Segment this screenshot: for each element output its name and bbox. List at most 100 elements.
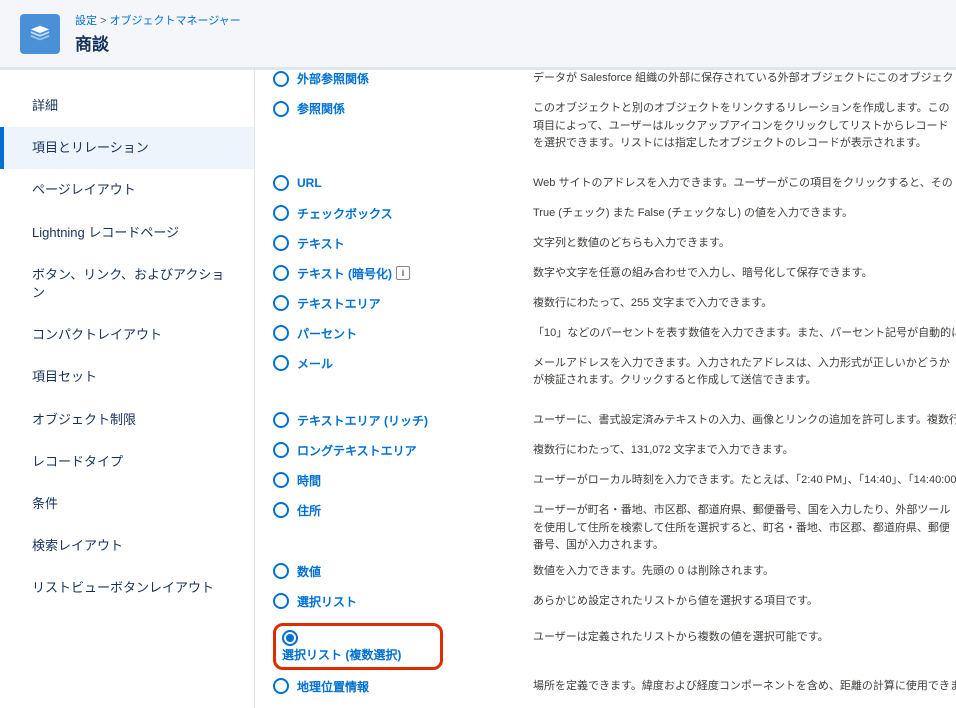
sidebar-item-fields-relations[interactable]: 項目とリレーション — [0, 127, 254, 169]
desc-picklist: あらかじめ設定されたリストから値を選択する項目です。 — [533, 593, 818, 611]
radio-cell[interactable]: 参照関係 — [273, 100, 533, 117]
radio-richtextarea[interactable] — [273, 412, 289, 428]
sidebar-item-compact-layouts[interactable]: コンパクトレイアウト — [0, 314, 254, 356]
desc-lookup: このオブジェクトと別のオブジェクトをリンクするリレーションを作成します。この項目… — [533, 100, 956, 153]
desc-percent: 「10」などのパーセントを表す数値を入力できます。また、パーセント記号が自動的に… — [533, 325, 956, 343]
radio-cell[interactable]: テキスト (暗号化) i — [273, 265, 533, 282]
desc-text: 文字列と数値のどちらも入力できます。 — [533, 235, 730, 253]
label-number[interactable]: 数値 — [297, 563, 321, 580]
label-external-lookup[interactable]: 外部参照関係 — [297, 70, 369, 87]
sidebar-item-lightning-pages[interactable]: Lightning レコードページ — [0, 212, 254, 254]
radio-lookup[interactable] — [273, 101, 289, 117]
field-row-address: 住所 ユーザーが町名・番地、市区郡、都道府県、郵便番号、国を入力したり、外部ツー… — [273, 502, 956, 555]
radio-cell[interactable]: 選択リスト (複数選択) — [273, 623, 533, 670]
label-percent[interactable]: パーセント — [297, 325, 357, 342]
field-row-checkbox: チェックボックス True (チェック) また False (チェックなし) の… — [273, 205, 956, 227]
radio-cell[interactable]: 外部参照関係 — [273, 70, 533, 87]
radio-cell[interactable]: 数値 — [273, 563, 533, 580]
sidebar-item-listview-button-layout[interactable]: リストビューボタンレイアウト — [0, 567, 254, 609]
radio-email[interactable] — [273, 355, 289, 371]
radio-multipicklist[interactable] — [282, 630, 298, 646]
radio-cell[interactable]: 選択リスト — [273, 593, 533, 610]
setup-icon — [20, 14, 60, 54]
header-text: 設定 > オブジェクトマネージャー 商談 — [75, 12, 936, 55]
radio-cell[interactable]: メール — [273, 355, 533, 372]
label-address[interactable]: 住所 — [297, 502, 321, 519]
desc-email: メールアドレスを入力できます。入力されたアドレスは、入力形式が正しいかどうかが検… — [533, 355, 956, 390]
sidebar-item-page-layouts[interactable]: ページレイアウト — [0, 169, 254, 211]
field-row-picklist: 選択リスト あらかじめ設定されたリストから値を選択する項目です。 — [273, 593, 956, 615]
field-row-richtextarea: テキストエリア (リッチ) ユーザーに、書式設定済みテキストの入力、画像とリンク… — [273, 412, 956, 434]
radio-percent[interactable] — [273, 325, 289, 341]
breadcrumb: 設定 > オブジェクトマネージャー — [75, 12, 936, 28]
desc-textarea: 複数行にわたって、255 文字まで入力できます。 — [533, 295, 772, 313]
sidebar: 詳細 項目とリレーション ページレイアウト Lightning レコードページ … — [0, 70, 255, 708]
field-row-longtextarea: ロングテキストエリア 複数行にわたって、131,072 文字まで入力できます。 — [273, 442, 956, 464]
sidebar-item-field-sets[interactable]: 項目セット — [0, 356, 254, 398]
radio-longtextarea[interactable] — [273, 442, 289, 458]
label-multipicklist[interactable]: 選択リスト (複数選択) — [282, 648, 401, 662]
radio-cell[interactable]: 時間 — [273, 472, 533, 489]
radio-number[interactable] — [273, 563, 289, 579]
radio-cell[interactable]: 住所 — [273, 502, 533, 519]
label-text-encrypted[interactable]: テキスト (暗号化) — [297, 265, 392, 282]
radio-text-encrypted[interactable] — [273, 265, 289, 281]
desc-external-lookup: データが Salesforce 組織の外部に保存されている外部オブジェクトにこの… — [533, 70, 956, 88]
sidebar-item-search-layouts[interactable]: 検索レイアウト — [0, 525, 254, 567]
radio-cell[interactable]: 地理位置情報 — [273, 678, 533, 695]
radio-geolocation[interactable] — [273, 678, 289, 694]
label-email[interactable]: メール — [297, 355, 333, 372]
field-row-text-encrypted: テキスト (暗号化) i 数字や文字を任意の組み合わせで入力し、暗号化して保存で… — [273, 265, 956, 287]
radio-textarea[interactable] — [273, 295, 289, 311]
label-lookup[interactable]: 参照関係 — [297, 100, 345, 117]
label-picklist[interactable]: 選択リスト — [297, 593, 357, 610]
label-url[interactable]: URL — [297, 176, 322, 190]
breadcrumb-setup[interactable]: 設定 — [75, 15, 97, 27]
field-row-url: URL Web サイトのアドレスを入力できます。ユーザーがこの項目をクリックする… — [273, 175, 956, 197]
desc-longtextarea: 複数行にわたって、131,072 文字まで入力できます。 — [533, 442, 794, 460]
info-icon[interactable]: i — [396, 266, 410, 280]
sidebar-item-details[interactable]: 詳細 — [0, 85, 254, 127]
desc-address: ユーザーが町名・番地、市区郡、都道府県、郵便番号、国を入力したり、外部ツールを使… — [533, 502, 956, 555]
label-textarea[interactable]: テキストエリア — [297, 295, 381, 312]
sidebar-item-buttons-links-actions[interactable]: ボタン、リンク、およびアクション — [0, 254, 254, 314]
sidebar-item-object-limits[interactable]: オブジェクト制限 — [0, 399, 254, 441]
radio-cell[interactable]: テキスト — [273, 235, 533, 252]
desc-url: Web サイトのアドレスを入力できます。ユーザーがこの項目をクリックすると、その… — [533, 175, 956, 193]
label-checkbox[interactable]: チェックボックス — [297, 205, 393, 222]
radio-text[interactable] — [273, 235, 289, 251]
desc-checkbox: True (チェック) また False (チェックなし) の値を入力できます。 — [533, 205, 853, 223]
field-row-textarea: テキストエリア 複数行にわたって、255 文字まで入力できます。 — [273, 295, 956, 317]
radio-picklist[interactable] — [273, 593, 289, 609]
radio-cell[interactable]: チェックボックス — [273, 205, 533, 222]
highlight-multipicklist: 選択リスト (複数選択) — [273, 623, 443, 670]
radio-checkbox[interactable] — [273, 205, 289, 221]
radio-cell[interactable]: パーセント — [273, 325, 533, 342]
label-richtextarea[interactable]: テキストエリア (リッチ) — [297, 412, 428, 429]
page-header: 設定 > オブジェクトマネージャー 商談 — [0, 0, 956, 70]
radio-cell[interactable]: テキストエリア — [273, 295, 533, 312]
radio-cell[interactable]: テキストエリア (リッチ) — [273, 412, 533, 429]
label-time[interactable]: 時間 — [297, 472, 321, 489]
desc-number: 数値を入力できます。先頭の 0 は削除されます。 — [533, 563, 774, 581]
field-row-text: テキスト 文字列と数値のどちらも入力できます。 — [273, 235, 956, 257]
label-longtextarea[interactable]: ロングテキストエリア — [297, 442, 417, 459]
field-row-geolocation: 地理位置情報 場所を定義できます。緯度および経度コンポーネントを含め、距離の計算… — [273, 678, 956, 700]
breadcrumb-object-manager[interactable]: オブジェクトマネージャー — [110, 15, 241, 27]
sidebar-item-conditions[interactable]: 条件 — [0, 483, 254, 525]
radio-external-lookup[interactable] — [273, 71, 289, 87]
sidebar-item-record-types[interactable]: レコードタイプ — [0, 441, 254, 483]
desc-geolocation: 場所を定義できます。緯度および経度コンポーネントを含め、距離の計算に使用できます… — [533, 678, 956, 696]
label-geolocation[interactable]: 地理位置情報 — [297, 678, 369, 695]
radio-cell[interactable]: ロングテキストエリア — [273, 442, 533, 459]
desc-time: ユーザーがローカル時刻を入力できます。たとえば、「2:40 PM」、「14:40… — [533, 472, 956, 490]
field-row-number: 数値 数値を入力できます。先頭の 0 は削除されます。 — [273, 563, 956, 585]
radio-address[interactable] — [273, 502, 289, 518]
radio-time[interactable] — [273, 472, 289, 488]
breadcrumb-separator: > — [100, 15, 106, 27]
radio-cell[interactable]: URL — [273, 175, 533, 191]
desc-text-encrypted: 数字や文字を任意の組み合わせで入力し、暗号化して保存できます。 — [533, 265, 873, 283]
main-panel: 外部参照関係 データが Salesforce 組織の外部に保存されている外部オブ… — [255, 70, 956, 708]
label-text[interactable]: テキスト — [297, 235, 345, 252]
radio-url[interactable] — [273, 175, 289, 191]
